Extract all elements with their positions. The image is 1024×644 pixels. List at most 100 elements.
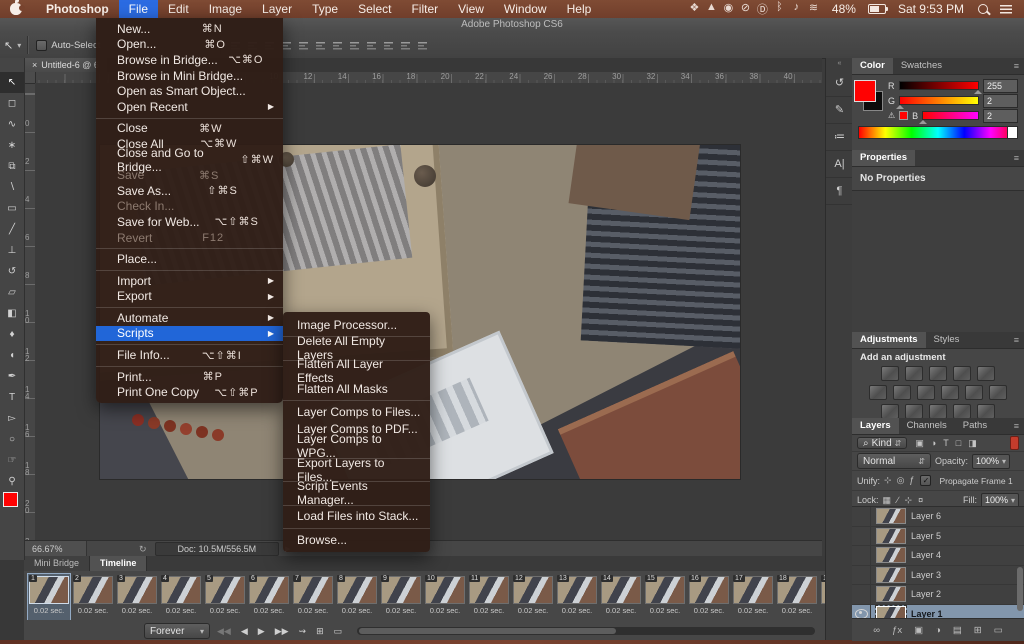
layer-thumbnail[interactable] <box>876 547 906 564</box>
filter-toggle-switch[interactable] <box>1010 436 1019 450</box>
frame-duration[interactable]: 0.02 sec. <box>204 606 246 615</box>
timeline-tab[interactable]: Mini Bridge <box>24 556 91 571</box>
dodge-tool[interactable]: ◖ <box>0 345 24 366</box>
brush-panel-icon[interactable]: ✎ <box>826 97 853 124</box>
panel-tab[interactable]: Channels <box>899 418 955 434</box>
google-drive-icon[interactable]: ▲ <box>703 1 720 17</box>
frame-duration[interactable]: 0.02 sec. <box>72 606 114 615</box>
marquee-tool[interactable]: ◻ <box>0 93 24 114</box>
layer-name[interactable]: Layer 3 <box>911 570 941 580</box>
lock-pixels-icon[interactable]: ∕ <box>897 495 899 506</box>
app-badge-icon[interactable]: Ⓓ <box>754 1 771 17</box>
zoom-tool[interactable]: ⚲ <box>0 471 24 492</box>
layer-effects-icon[interactable]: ƒx <box>892 625 902 636</box>
unify-style-icon[interactable]: ƒ <box>909 475 914 486</box>
submenu-item[interactable]: Load Files into Stack... <box>283 508 430 525</box>
selective-color-icon[interactable] <box>953 404 971 419</box>
panel-tab[interactable]: Styles <box>926 332 968 348</box>
frame-duration[interactable]: 0.02 sec. <box>116 606 158 615</box>
auto-select-checkbox[interactable] <box>36 39 48 51</box>
menu-item[interactable]: Save As... ⇧⌘S <box>96 183 283 199</box>
unify-visibility-icon[interactable]: ◎ <box>897 475 905 486</box>
record-icon[interactable]: ◉ <box>720 1 737 17</box>
frame-duration[interactable]: 0.02 sec. <box>512 606 554 615</box>
menu-item[interactable]: Close and Go to Bridge... ⇧⌘W <box>96 146 283 174</box>
submenu-item[interactable] <box>283 333 430 339</box>
frame-duration[interactable]: 0.02 sec. <box>688 606 730 615</box>
adjustment-filter-icon[interactable]: ◑ <box>931 438 936 449</box>
propagate-frame-checkbox[interactable]: ✓ <box>920 475 932 486</box>
menubar-item[interactable]: Photoshop <box>36 0 119 18</box>
unify-position-icon[interactable]: ⊹ <box>884 475 892 486</box>
frame-duration[interactable]: 0.02 sec. <box>820 606 825 615</box>
submenu-item[interactable] <box>283 397 430 403</box>
animation-frame[interactable]: 4 0.02 sec. <box>160 574 202 620</box>
play-button[interactable]: ▶ <box>258 626 265 637</box>
menu-item[interactable]: Print One Copy ⌥⇧⌘P <box>96 384 283 400</box>
frame-duration[interactable]: 0.02 sec. <box>336 606 378 615</box>
menu-item[interactable]: Save for Web... ⌥⇧⌘S <box>96 214 283 230</box>
smart-object-filter-icon[interactable]: ◨ <box>968 438 977 449</box>
eyedropper-tool[interactable]: ∖ <box>0 177 24 198</box>
type-tool[interactable]: T <box>0 387 24 408</box>
menu-item[interactable]: New... ⌘N <box>96 21 283 37</box>
crop-tool[interactable]: ⧉ <box>0 156 24 177</box>
frame-duration[interactable]: 0.02 sec. <box>776 606 818 615</box>
pixel-filter-icon[interactable]: ▣ <box>915 438 924 449</box>
color-lookup-icon[interactable] <box>989 385 1007 400</box>
panel-tab[interactable]: Properties <box>852 150 915 166</box>
black-white-icon[interactable] <box>917 385 935 400</box>
zoom-level-field[interactable]: 66.67% <box>24 541 87 557</box>
animation-frame[interactable]: 7 0.02 sec. <box>292 574 334 620</box>
delete-layer-icon[interactable]: ▭ <box>994 625 1003 636</box>
curves-icon[interactable] <box>929 366 947 381</box>
frame-duration[interactable]: 0.02 sec. <box>380 606 422 615</box>
spotlight-icon[interactable] <box>978 4 988 14</box>
menu-item[interactable]: Browse in Bridge... ⌥⌘O <box>96 52 283 68</box>
align-right-icon[interactable] <box>314 39 328 51</box>
do-not-disturb-icon[interactable]: ⊘ <box>737 1 754 17</box>
invert-icon[interactable] <box>881 404 899 419</box>
hand-tool[interactable]: ☞ <box>0 450 24 471</box>
distribute-hcenter-icon[interactable] <box>399 39 413 51</box>
duplicate-frame-button[interactable]: ⊞ <box>316 626 324 637</box>
menu-item[interactable]: File Info... ⌥⇧⌘I <box>96 347 283 363</box>
frame-duration[interactable]: 0.02 sec. <box>468 606 510 615</box>
animation-frame[interactable]: 6 0.02 sec. <box>248 574 290 620</box>
dropbox-icon[interactable]: ❖ <box>686 1 703 17</box>
layer-name[interactable]: Layer 5 <box>911 531 941 541</box>
foreground-color-swatch[interactable] <box>3 492 18 507</box>
new-layer-icon[interactable]: ⊞ <box>974 625 982 636</box>
menu-item[interactable] <box>96 115 283 121</box>
refresh-icon[interactable]: ↻ <box>139 544 147 555</box>
animation-frame[interactable]: 18 0.02 sec. <box>776 574 818 620</box>
frame-duration[interactable]: 0.02 sec. <box>556 606 598 615</box>
blur-tool[interactable]: ♦ <box>0 324 24 345</box>
healing-brush-tool[interactable]: ▭ <box>0 198 24 219</box>
brightness-contrast-icon[interactable] <box>881 366 899 381</box>
layer-mask-icon[interactable]: ▣ <box>914 625 923 636</box>
menu-item[interactable]: Close ⌘W <box>96 121 283 137</box>
animation-frame[interactable]: 8 0.02 sec. <box>336 574 378 620</box>
loop-count-select[interactable]: Forever ▾ <box>144 623 210 639</box>
tool-preset-caret-icon[interactable]: ▾ <box>17 41 21 50</box>
menubar-item[interactable]: Help <box>557 0 602 18</box>
menu-item[interactable]: Automate ▶ <box>96 310 283 326</box>
menubar-item[interactable]: File <box>118 0 158 18</box>
panel-menu-icon[interactable]: ≡ <box>1009 58 1024 74</box>
wifi-icon[interactable]: ≋ <box>805 1 822 17</box>
distribute-vcenter-icon[interactable] <box>348 39 362 51</box>
menubar-item[interactable]: Image <box>199 0 252 18</box>
posterize-icon[interactable] <box>905 404 923 419</box>
lock-transparent-icon[interactable]: ▦ <box>883 495 892 506</box>
menu-item[interactable]: Place... <box>96 251 283 267</box>
frame-duration[interactable]: 0.02 sec. <box>600 606 642 615</box>
layer-thumbnail[interactable] <box>876 508 906 525</box>
animation-frame[interactable]: 3 0.02 sec. <box>116 574 158 620</box>
layer-thumbnail[interactable] <box>876 527 906 544</box>
animation-frame[interactable]: 15 0.02 sec. <box>644 574 686 620</box>
menu-item[interactable] <box>96 304 283 310</box>
opacity-field[interactable]: 100% ▾ <box>972 453 1011 469</box>
animation-frame[interactable]: 2 0.02 sec. <box>72 574 114 620</box>
animation-frame[interactable]: 16 0.02 sec. <box>688 574 730 620</box>
